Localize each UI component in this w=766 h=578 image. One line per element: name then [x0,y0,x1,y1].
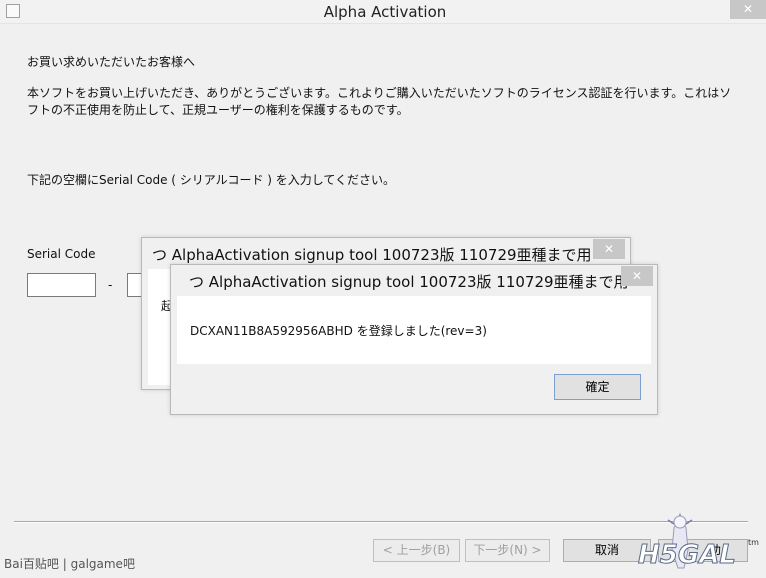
baidu-watermark: Bai百贴吧 | galgame吧 [4,557,135,571]
back-button[interactable]: < 上一步(B) [373,539,460,562]
serial-code-label: Serial Code [27,247,96,261]
window-close-button[interactable]: ✕ [730,0,766,19]
window-title: Alpha Activation [323,3,447,21]
footer-divider [14,521,748,523]
trademark-mark: tm [748,538,759,547]
back-dialog-close-button[interactable]: ✕ [593,239,625,259]
front-dialog-title: つ AlphaActivation signup tool 100723版 11… [189,273,629,291]
serial-separator: - [108,278,113,292]
serial-code-field-1[interactable] [27,273,96,297]
intro-text-line1: 本ソフトをお買い上げいただき、ありがとうございます。これよりご購入いただいたソフ… [27,86,732,100]
front-dialog-message: DCXAN11B8A592956ABHD を登録しました(rev=3) [190,324,487,338]
next-button[interactable]: 下一步(N) > [465,539,550,562]
h5gal-logo: H5GAL [638,540,737,571]
intro-text-line2: フトの不正使用を防止して、正規ユーザーの権利を保護するものです。 [27,103,409,117]
instruction-text: 下記の空欄にSerial Code ( シリアルコード ) を入力してください。 [27,173,396,187]
front-dialog: つ AlphaActivation signup tool 100723版 11… [170,264,658,415]
front-dialog-close-button[interactable]: ✕ [621,266,653,286]
back-dialog-title: つ AlphaActivation signup tool 100723版 11… [152,246,592,264]
ok-button[interactable]: 確定 [554,374,641,400]
greeting-text: お買い求めいただいたお客様へ [27,55,196,69]
